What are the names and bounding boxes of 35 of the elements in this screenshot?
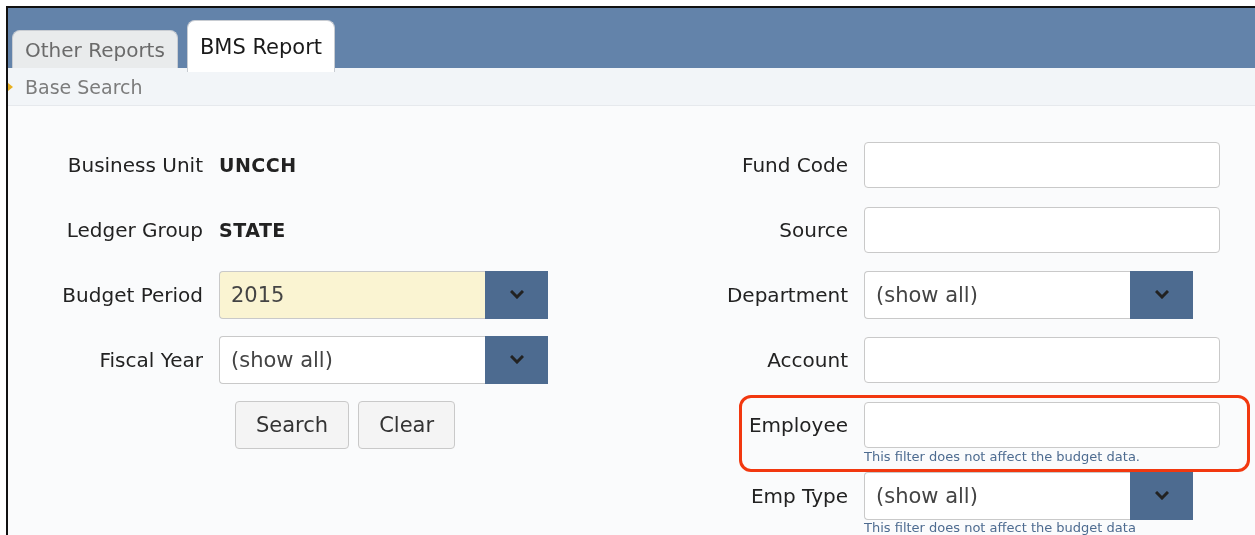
- field-label: Budget Period: [61, 282, 204, 307]
- field-label: Fund Code: [741, 152, 849, 177]
- hint-text: This filter does not affect the budget data: [864, 520, 1137, 535]
- field-label: Emp Type: [749, 483, 849, 508]
- chevron-down-icon: [509, 290, 524, 299]
- field-label: Source: [778, 217, 849, 242]
- field-label: Employee: [747, 412, 849, 437]
- text-field[interactable]: [864, 206, 1220, 253]
- text-field[interactable]: [864, 336, 1220, 383]
- text-field[interactable]: [864, 141, 1220, 188]
- breadcrumb-link[interactable]: Base Search: [25, 75, 143, 98]
- chevron-down-icon: [509, 355, 524, 364]
- field-label: Account: [766, 347, 849, 372]
- tab[interactable]: Other Reports: [12, 30, 178, 68]
- field-label: Ledger Group: [65, 217, 204, 242]
- dropdown-field[interactable]: (show all): [864, 471, 1130, 520]
- field-label: Fiscal Year: [98, 347, 204, 372]
- chevron-down-icon: [1154, 290, 1169, 299]
- dropdown-button[interactable]: [485, 270, 548, 319]
- chevron-down-icon: [1154, 491, 1169, 500]
- dropdown-button[interactable]: [485, 335, 548, 384]
- dropdown-button[interactable]: [1130, 270, 1193, 319]
- field-label: Business Unit: [66, 152, 204, 177]
- dropdown-field[interactable]: 2015: [219, 270, 485, 319]
- field-value: STATE: [219, 218, 286, 241]
- action-button[interactable]: Clear: [358, 401, 456, 449]
- field-label: Department: [725, 282, 849, 307]
- dropdown-field[interactable]: (show all): [219, 335, 485, 384]
- action-button[interactable]: Search: [235, 401, 350, 449]
- dropdown-field[interactable]: (show all): [864, 270, 1130, 319]
- tab[interactable]: BMS Report: [186, 20, 336, 72]
- text-field[interactable]: [864, 401, 1220, 448]
- hint-text: This filter does not affect the budget data.: [864, 449, 1141, 465]
- field-value: UNCCH: [219, 153, 297, 176]
- bullet-icon: [8, 82, 13, 91]
